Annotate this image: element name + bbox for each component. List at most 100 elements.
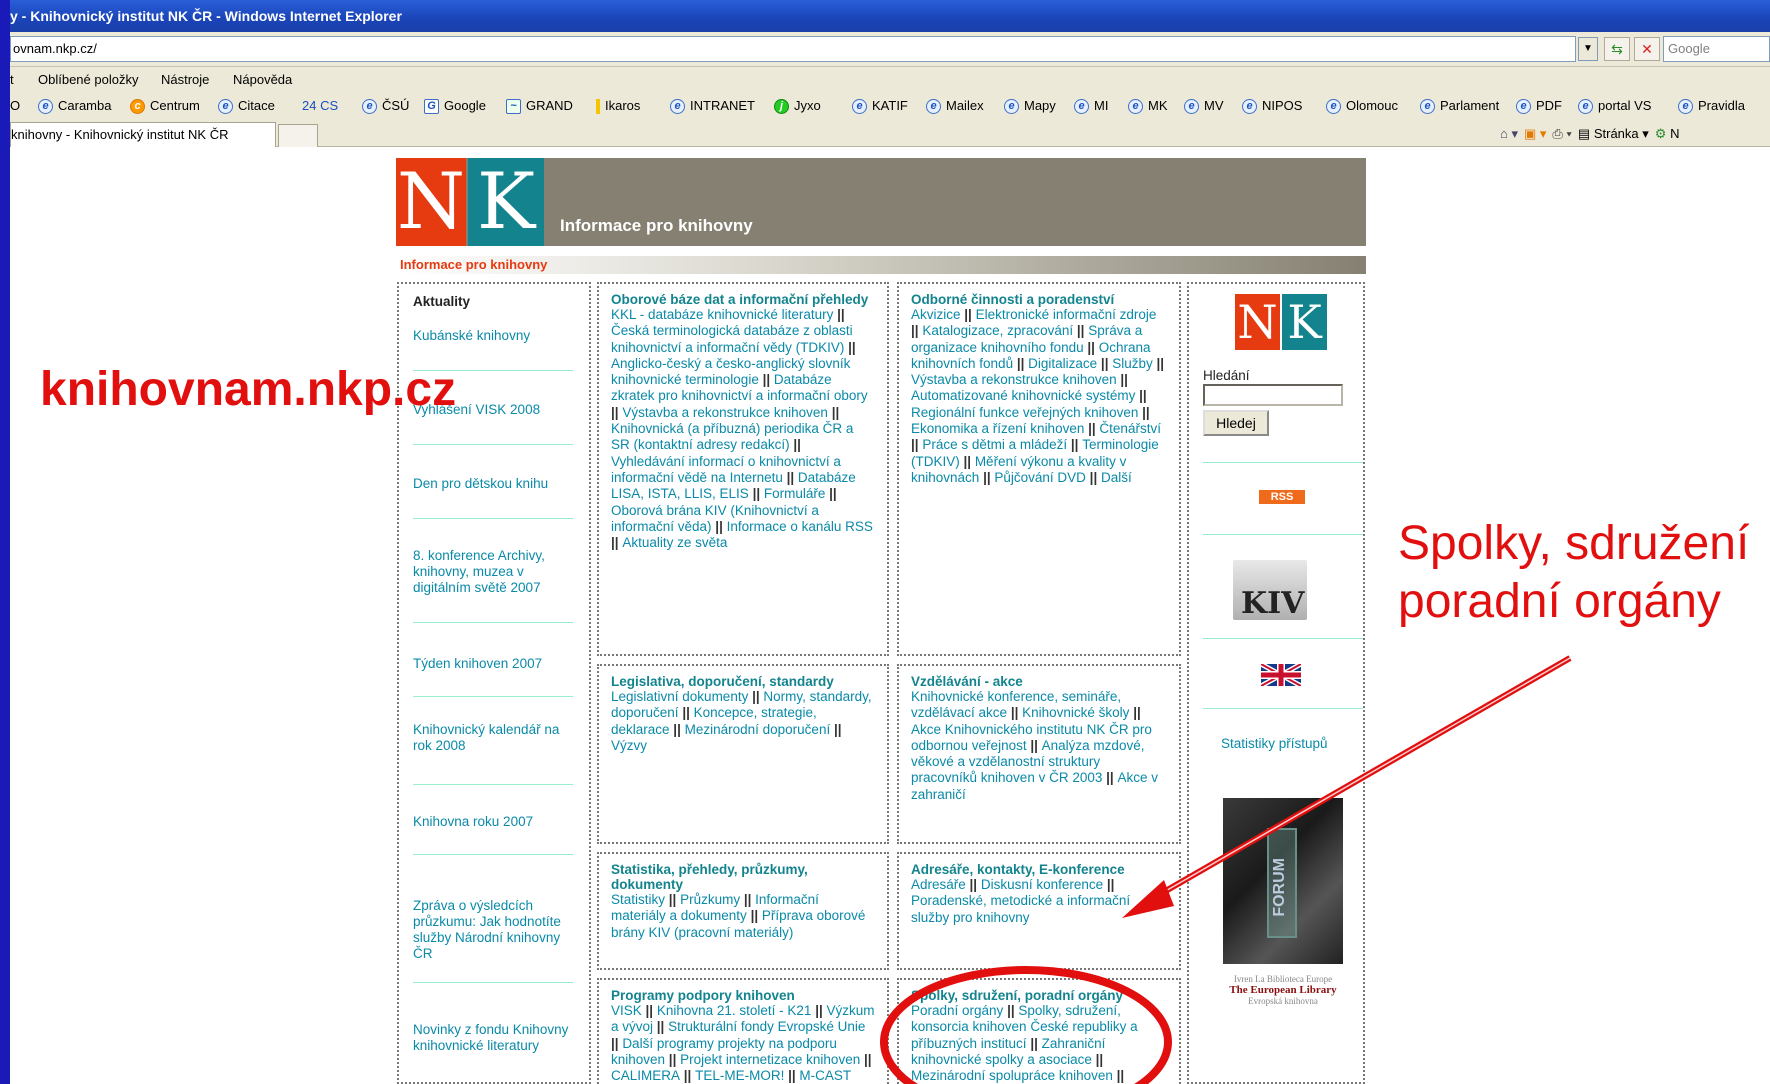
section-link[interactable]: Poradenské, metodické a informační služb…: [911, 893, 1130, 924]
site-search-input[interactable]: [1203, 384, 1343, 406]
menu-item-view[interactable]: t: [10, 67, 14, 92]
section-link[interactable]: Digitalizace: [1028, 356, 1097, 371]
section-links[interactable]: Knihovnické konference, semináře, vzdělá…: [911, 689, 1167, 803]
section-link[interactable]: Katalogizace, zpracování: [922, 323, 1073, 338]
section-title[interactable]: Programy podpory knihoven: [611, 988, 875, 1003]
section-link[interactable]: Ekonomika a řízení knihoven: [911, 421, 1084, 436]
section-link[interactable]: M-CAST: [799, 1068, 851, 1083]
refresh-icon[interactable]: ⇆: [1604, 37, 1630, 61]
stop-icon[interactable]: ✕: [1634, 37, 1660, 61]
section-links[interactable]: VISK || Knihovna 21. století - K21 || Vý…: [611, 1003, 875, 1084]
favorite-link[interactable]: j Jyxo: [774, 92, 821, 120]
kiv-logo[interactable]: KIV: [1233, 560, 1307, 621]
section-link[interactable]: Knihovna 21. století - K21: [657, 1003, 812, 1018]
nk-logo-small[interactable]: N K: [1235, 294, 1327, 350]
section-link[interactable]: Služby: [1112, 356, 1153, 371]
section-link[interactable]: Poradní orgány: [911, 1003, 1003, 1018]
stats-link[interactable]: Statistiky přístupů: [1221, 736, 1328, 751]
section-link[interactable]: Adresáře: [911, 877, 966, 892]
favorite-link[interactable]: e MK: [1128, 92, 1168, 120]
section-link[interactable]: Akvizice: [911, 307, 961, 322]
section-link[interactable]: Strukturální fondy Evropské Unie: [668, 1019, 865, 1034]
uk-flag-icon[interactable]: [1261, 664, 1301, 686]
section-link[interactable]: Formuláře: [764, 486, 826, 501]
favorite-link[interactable]: e portal VS: [1578, 92, 1651, 120]
section-links[interactable]: Statistiky || Průzkumy || Informační mat…: [611, 892, 875, 941]
news-item[interactable]: Knihovna roku 2007: [413, 814, 573, 830]
section-links[interactable]: KKL - databáze knihovnické literatury ||…: [611, 307, 875, 551]
section-link[interactable]: Automatizované knihovnické systémy: [911, 388, 1135, 403]
section-link[interactable]: Česká terminologická databáze z oblasti …: [611, 323, 853, 354]
favorite-link[interactable]: e KATIF: [852, 92, 908, 120]
section-links[interactable]: Legislativní dokumenty || Normy, standar…: [611, 689, 875, 754]
news-item[interactable]: Zpráva o výsledcích průzkumu: Jak hodnot…: [413, 898, 573, 962]
favorite-link[interactable]: e MV: [1184, 92, 1224, 120]
rss-icon[interactable]: RSS: [1259, 490, 1305, 504]
news-item[interactable]: Novinky z fondu Knihovny knihovnické lit…: [413, 1022, 573, 1054]
news-item[interactable]: Týden knihoven 2007: [413, 656, 573, 672]
favorite-link[interactable]: e INTRANET: [670, 92, 755, 120]
favorite-link[interactable]: e Parlament: [1420, 92, 1499, 120]
nk-logo-k[interactable]: K: [468, 158, 544, 246]
section-title[interactable]: Statistika, přehledy, průzkumy, dokument…: [611, 862, 875, 892]
favorite-link[interactable]: O: [10, 92, 20, 120]
menu-item-favorites[interactable]: Oblíbené položky: [38, 67, 138, 92]
section-title[interactable]: Legislativa, doporučení, standardy: [611, 674, 875, 689]
favorite-link[interactable]: Ikaros: [596, 92, 640, 120]
favorite-link[interactable]: e Mapy: [1004, 92, 1056, 120]
section-link[interactable]: VISK: [611, 1003, 642, 1018]
section-link[interactable]: Práce s dětmi a mládeží: [922, 437, 1067, 452]
home-icon[interactable]: ⌂ ▾: [1500, 120, 1518, 147]
favorite-link[interactable]: c Centrum: [130, 92, 200, 120]
favorite-link[interactable]: 24 CS: [302, 92, 338, 120]
print-icon[interactable]: ⎙ ▾: [1552, 120, 1571, 147]
favorite-link[interactable]: e ČSÚ: [362, 92, 409, 120]
favorite-link[interactable]: ~ GRAND: [506, 92, 573, 120]
section-link[interactable]: CALIMERA: [611, 1068, 680, 1083]
section-link[interactable]: Projekt internetizace knihoven: [680, 1052, 860, 1067]
new-tab-button[interactable]: [278, 124, 318, 147]
favorite-link[interactable]: e PDF: [1516, 92, 1562, 120]
section-links[interactable]: Akvizice || Elektronické informační zdro…: [911, 307, 1167, 486]
section-link[interactable]: Výstavba a rekonstrukce knihoven: [911, 372, 1117, 387]
section-link[interactable]: Průzkumy: [680, 892, 740, 907]
search-button[interactable]: Hledej: [1203, 410, 1269, 436]
menu-item-help[interactable]: Nápověda: [233, 67, 292, 92]
section-link[interactable]: Elektronické informační zdroje: [976, 307, 1157, 322]
section-link[interactable]: Aktuality ze světa: [622, 535, 727, 550]
section-link[interactable]: Knihovnické školy: [1022, 705, 1129, 720]
favorite-link[interactable]: e Citace: [218, 92, 275, 120]
favorite-link[interactable]: e MI: [1074, 92, 1108, 120]
section-title[interactable]: Vzdělávání - akce: [911, 674, 1167, 689]
section-title[interactable]: Oborové báze dat a informační přehledy: [611, 292, 875, 307]
news-item[interactable]: Den pro dětskou knihu: [413, 476, 573, 492]
menu-item-tools[interactable]: Nástroje: [161, 67, 209, 92]
favorite-link[interactable]: e Caramba: [38, 92, 111, 120]
favorite-link[interactable]: e Olomouc: [1326, 92, 1398, 120]
section-link[interactable]: Diskusní konference: [981, 877, 1103, 892]
section-link[interactable]: Půjčování DVD: [994, 470, 1086, 485]
section-link[interactable]: Výzvy: [611, 738, 647, 753]
section-title[interactable]: Odborné činnosti a poradenství: [911, 292, 1167, 307]
news-item[interactable]: 8. konference Archivy, knihovny, muzea v…: [413, 548, 573, 596]
section-link[interactable]: Další: [1101, 470, 1132, 485]
section-link[interactable]: Statistiky: [611, 892, 665, 907]
section-link[interactable]: Mezinárodní spolupráce knihoven: [911, 1068, 1113, 1083]
section-link[interactable]: Výstavba a rekonstrukce knihoven: [622, 405, 828, 420]
section-link[interactable]: Čtenářství: [1099, 421, 1161, 436]
section-links[interactable]: Poradní orgány || Spolky, sdružení, kons…: [911, 1003, 1167, 1084]
news-item[interactable]: Knihovnický kalendář na rok 2008: [413, 722, 573, 754]
favorite-link[interactable]: G Google: [424, 92, 486, 120]
section-link[interactable]: TEL-ME-MOR!: [695, 1068, 784, 1083]
section-link[interactable]: Knihovnická (a příbuzná) periodika ČR a …: [611, 421, 853, 452]
tab-active[interactable]: knihovny - Knihovnický institut NK ČR: [10, 122, 276, 147]
tools-menu[interactable]: ⚙ N: [1655, 120, 1680, 147]
section-title[interactable]: Spolky, sdružení, poradní orgány: [911, 988, 1167, 1003]
section-title[interactable]: Adresáře, kontakty, E-konference: [911, 862, 1167, 877]
section-link[interactable]: Informace o kanálu RSS: [727, 519, 873, 534]
section-link[interactable]: Mezinárodní doporučení: [685, 722, 831, 737]
favorite-link[interactable]: e Mailex: [926, 92, 984, 120]
section-links[interactable]: Adresáře || Diskusní konference || Porad…: [911, 877, 1167, 926]
search-input[interactable]: Google: [1663, 36, 1770, 62]
address-dropdown-icon[interactable]: ▼: [1578, 37, 1598, 61]
